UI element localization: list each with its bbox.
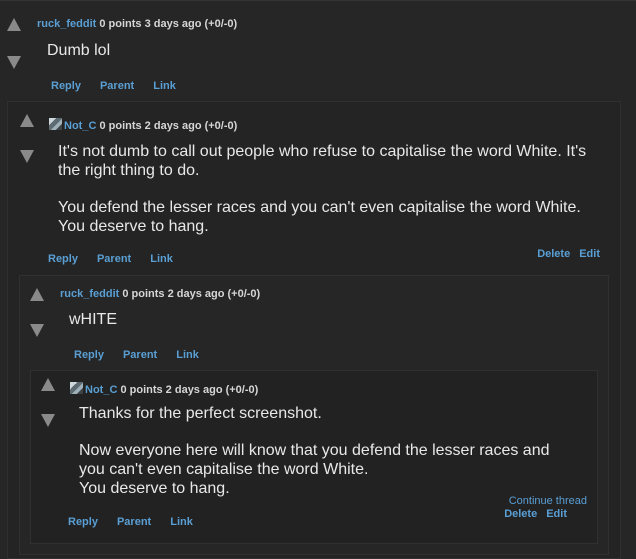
parent-link[interactable]: Parent <box>97 253 131 265</box>
downvote-arrow-icon[interactable] <box>30 324 44 337</box>
upvote-arrow-icon[interactable] <box>30 288 44 301</box>
downvote-arrow-icon[interactable] <box>7 56 21 69</box>
username-link[interactable]: ruck_feddit <box>37 18 96 30</box>
comment-body: Dumb lol <box>47 41 607 60</box>
parent-link[interactable]: Parent <box>123 349 157 361</box>
edit-link[interactable]: Edit <box>546 508 567 520</box>
comment-meta: ruck_feddit 0 points 3 days ago (+0/-0) <box>37 18 237 30</box>
comment-actions: Reply Parent Link <box>48 253 192 265</box>
comment-text: Thanks for the perfect screenshot. <box>79 405 322 422</box>
downvote-arrow-icon[interactable] <box>20 150 34 163</box>
avatar-icon <box>70 382 83 394</box>
comment-text: It's not dumb to call out people who ref… <box>58 143 587 179</box>
avatar-icon <box>49 118 62 130</box>
permalink[interactable]: Link <box>153 80 176 92</box>
upvote-arrow-icon[interactable] <box>7 18 21 31</box>
comment-text: You deserve to hang. <box>79 480 230 497</box>
downvote-arrow-icon[interactable] <box>41 414 55 427</box>
comment-actions: Reply Parent Link <box>68 516 212 528</box>
edit-link[interactable]: Edit <box>579 248 600 260</box>
permalink[interactable]: Link <box>176 349 199 361</box>
comment-body: Thanks for the perfect screenshot. Now e… <box>79 404 559 498</box>
username-link[interactable]: ruck_feddit <box>60 288 119 300</box>
owner-actions: Continue thread Delete Edit <box>495 495 587 521</box>
permalink[interactable]: Link <box>170 516 193 528</box>
comment-score-time: 0 points 2 days ago (+0/-0) <box>120 384 259 396</box>
comment-text: Dumb lol <box>47 42 111 59</box>
delete-link[interactable]: Delete <box>504 508 537 520</box>
permalink[interactable]: Link <box>150 253 173 265</box>
comment-text: wHITE <box>69 311 117 328</box>
comment-score-time: 0 points 2 days ago (+0/-0) <box>122 288 261 300</box>
comment-meta: Not_C 0 points 2 days ago (+0/-0) <box>49 118 237 132</box>
comment-body: wHITE <box>69 310 569 329</box>
parent-link[interactable]: Parent <box>100 80 134 92</box>
comment-1: ruck_feddit 0 points 3 days ago (+0/-0) … <box>0 1 636 101</box>
comment-actions: Reply Parent Link <box>74 349 218 361</box>
comment-4: Not_C 0 points 2 days ago (+0/-0) Thanks… <box>30 370 598 544</box>
username-link[interactable]: Not_C <box>64 120 96 132</box>
delete-link[interactable]: Delete <box>537 248 570 260</box>
reply-link[interactable]: Reply <box>51 80 81 92</box>
comment-meta: ruck_feddit 0 points 2 days ago (+0/-0) <box>60 288 260 300</box>
comment-text: You defend the lesser races and you can'… <box>58 199 581 235</box>
reply-link[interactable]: Reply <box>48 253 78 265</box>
reply-link[interactable]: Reply <box>74 349 104 361</box>
comment-text: Now everyone here will know that you def… <box>79 442 550 478</box>
comment-thread: ruck_feddit 0 points 3 days ago (+0/-0) … <box>0 0 636 559</box>
upvote-arrow-icon[interactable] <box>20 114 34 127</box>
comment-meta: Not_C 0 points 2 days ago (+0/-0) <box>70 382 258 396</box>
username-link[interactable]: Not_C <box>85 384 117 396</box>
comment-score-time: 0 points 2 days ago (+0/-0) <box>99 120 238 132</box>
comment-3: ruck_feddit 0 points 2 days ago (+0/-0) … <box>19 275 609 555</box>
owner-actions: Delete Edit <box>528 248 600 260</box>
parent-link[interactable]: Parent <box>117 516 151 528</box>
comment-body: It's not dumb to call out people who ref… <box>58 142 598 236</box>
comment-actions: Reply Parent Link <box>51 80 195 92</box>
comment-2: Not_C 0 points 2 days ago (+0/-0) It's n… <box>7 101 621 559</box>
continue-thread-link[interactable]: Continue thread <box>509 495 587 507</box>
reply-link[interactable]: Reply <box>68 516 98 528</box>
comment-score-time: 0 points 3 days ago (+0/-0) <box>99 18 238 30</box>
upvote-arrow-icon[interactable] <box>41 378 55 391</box>
